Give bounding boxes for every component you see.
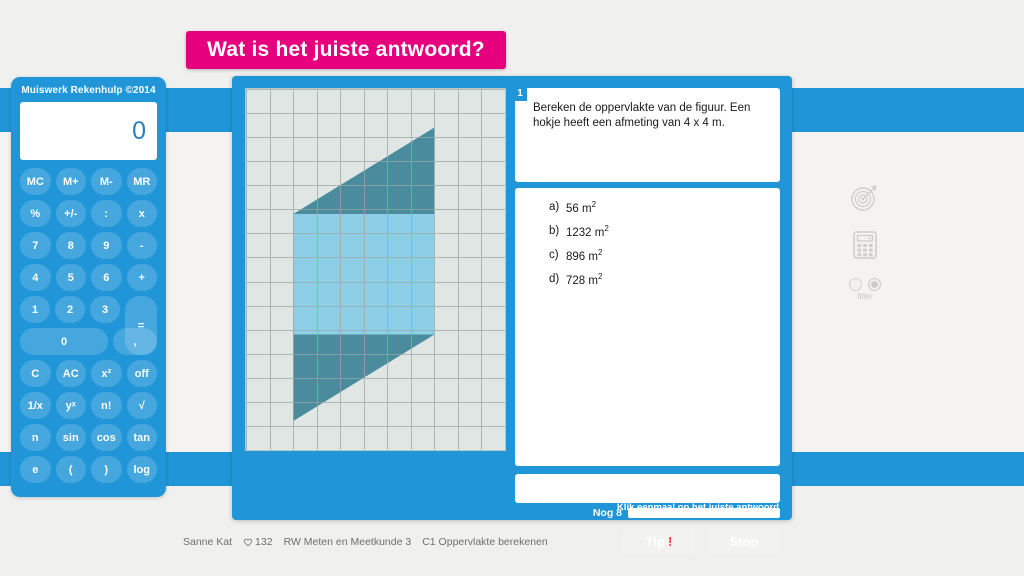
- calc-key-paren-close[interactable]: ): [91, 456, 122, 483]
- status-score: 132: [243, 536, 273, 548]
- heart-icon: [243, 538, 253, 547]
- calc-key-tan[interactable]: tan: [126, 424, 157, 451]
- calc-key-5[interactable]: 5: [55, 264, 86, 291]
- answer-option[interactable]: a) 56 m2: [515, 198, 780, 222]
- status-bar: Sanne Kat 132 RW Meten en Meetkunde 3 C1…: [183, 536, 548, 548]
- calculator-key-row: 789-: [20, 232, 157, 259]
- calculator-key-row: 0,: [20, 328, 157, 355]
- answer-option-letter: b): [549, 224, 560, 237]
- calc-key-2[interactable]: 2: [55, 296, 85, 323]
- answer-option-value: 1232 m2: [566, 223, 609, 239]
- figure-grid-card: [245, 88, 506, 451]
- answer-option-value: 728 m2: [566, 271, 603, 287]
- calc-key-factorial[interactable]: n!: [91, 392, 122, 419]
- calc-key-square[interactable]: x²: [91, 360, 122, 387]
- calc-key-m-plus[interactable]: M+: [55, 168, 86, 195]
- calc-key-percent[interactable]: %: [20, 200, 51, 227]
- calculator-key-row: n sin cos tan: [20, 424, 157, 451]
- action-buttons: Tip ! Stop: [623, 528, 780, 554]
- calc-key-paren-open[interactable]: (: [55, 456, 86, 483]
- tip-button[interactable]: Tip !: [623, 528, 695, 554]
- calculator-panel: Muiswerk Rekenhulp ©2014 0 MC M+ M- MR% +/-:…: [11, 77, 166, 497]
- tool-rail: filter: [845, 182, 885, 301]
- calculator-key-row: 4 5 6 +: [20, 264, 157, 291]
- tip-alert-marker: !: [667, 533, 673, 549]
- calc-key-off[interactable]: off: [126, 360, 157, 387]
- calc-key-1[interactable]: 1: [20, 296, 50, 323]
- calc-key-all-clear[interactable]: AC: [55, 360, 86, 387]
- calc-key-multiply[interactable]: x: [126, 200, 157, 227]
- calculator-icon[interactable]: [852, 230, 878, 265]
- calc-key-cos[interactable]: cos: [91, 424, 122, 451]
- calc-key-clear[interactable]: C: [20, 360, 51, 387]
- answer-option-letter: a): [549, 201, 560, 213]
- calc-key-mr[interactable]: MR: [126, 168, 157, 195]
- calculator-key-row: % +/-: x: [20, 200, 157, 227]
- question-number-badge: 1: [513, 85, 527, 101]
- calc-key-4[interactable]: 4: [20, 264, 51, 291]
- calc-key-8[interactable]: 8: [55, 232, 86, 259]
- calc-key-comma[interactable]: ,: [113, 328, 157, 355]
- status-lesson: C1 Oppervlakte berekenen: [422, 536, 548, 548]
- calc-key-subtract[interactable]: -: [126, 232, 157, 259]
- answer-option[interactable]: d) 728 m2: [515, 270, 780, 294]
- stop-button-label: Stop: [729, 533, 759, 549]
- status-user-name: Sanne Kat: [183, 536, 233, 548]
- calculator-display[interactable]: 0: [20, 102, 157, 160]
- calc-key-0[interactable]: 0: [20, 328, 108, 355]
- page-title-banner: Wat is het juiste antwoord?: [186, 31, 506, 69]
- page-title: Wat is het juiste antwoord?: [207, 38, 485, 61]
- calculator-keypad: MC M+ M- MR% +/-: x 7 8 9-4 5 6 +1 2 3 = 0, C AC x² off 1/x y…: [11, 168, 166, 483]
- target-icon[interactable]: [850, 182, 880, 217]
- calc-key-sqrt[interactable]: √: [126, 392, 157, 419]
- calc-key-mc[interactable]: MC: [20, 168, 51, 195]
- calculator-key-row: C AC x² off: [20, 360, 157, 387]
- filter-radio-off[interactable]: [849, 278, 862, 291]
- calc-key-pi[interactable]: n: [20, 424, 51, 451]
- answer-input[interactable]: [515, 474, 780, 503]
- instruction-hint: Klik eenmaal op het juiste antwoord: [616, 502, 779, 513]
- status-score-value: 132: [255, 536, 273, 548]
- calc-key-7[interactable]: 7: [20, 232, 51, 259]
- exercise-panel: 1 Bereken de oppervlakte van de figuur. …: [232, 76, 792, 554]
- calc-key-3[interactable]: 3: [90, 296, 120, 323]
- calculator-display-value: 0: [132, 116, 146, 145]
- filter-label: filter: [857, 292, 873, 301]
- calc-key-sin[interactable]: sin: [55, 424, 86, 451]
- stop-button[interactable]: Stop: [708, 528, 780, 554]
- calc-key-6[interactable]: 6: [91, 264, 122, 291]
- calculator-key-row: MC M+ M- MR: [20, 168, 157, 195]
- answer-option-value: 56 m2: [566, 200, 597, 215]
- tip-button-label: Tip: [645, 533, 665, 549]
- calculator-title: Muiswerk Rekenhulp ©2014: [21, 85, 156, 96]
- calc-key-power[interactable]: yˣ: [55, 392, 86, 419]
- calculator-key-row: 1/x yˣ n! √: [20, 392, 157, 419]
- answer-option-letter: d): [549, 272, 560, 285]
- answer-option[interactable]: b) 1232 m2: [515, 222, 780, 246]
- calc-key-reciprocal[interactable]: 1/x: [20, 392, 51, 419]
- filter-radio-on[interactable]: [868, 278, 881, 291]
- answer-options-list: a) 56 m2 b) 1232 m2 c) 896 m2 d) 728 m2: [515, 188, 780, 466]
- figure-shape: [246, 89, 505, 450]
- calculator-key-row: 1 2 3 =: [20, 296, 157, 355]
- calc-key-add[interactable]: +: [126, 264, 157, 291]
- answer-option[interactable]: c) 896 m2: [515, 246, 780, 270]
- calc-key-9[interactable]: 9: [91, 232, 122, 259]
- question-card: 1 Bereken de oppervlakte van de figuur. …: [513, 85, 780, 182]
- calc-key-e[interactable]: e: [20, 456, 51, 483]
- status-course: RW Meten en Meetkunde 3: [283, 536, 412, 548]
- answer-option-value: 896 m2: [566, 247, 603, 263]
- calc-key-log[interactable]: log: [126, 456, 157, 483]
- calc-key-divide[interactable]: :: [91, 200, 122, 227]
- filter-control: filter: [849, 278, 881, 301]
- answer-option-letter: c): [549, 248, 559, 261]
- question-text: Bereken de oppervlakte van de figuur. Ee…: [533, 102, 751, 130]
- calc-key-sign[interactable]: +/-: [55, 200, 86, 227]
- calc-key-m-minus[interactable]: M-: [91, 168, 122, 195]
- calculator-key-row: e() log: [20, 456, 157, 483]
